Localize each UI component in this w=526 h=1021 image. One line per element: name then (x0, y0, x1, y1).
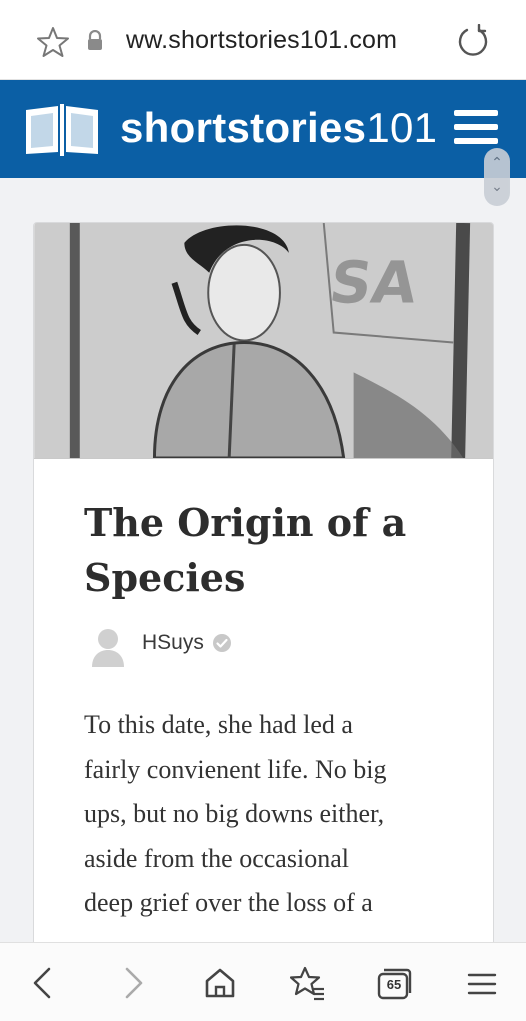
back-icon[interactable] (26, 965, 62, 1001)
author-name[interactable]: HSuys (142, 631, 204, 655)
menu-bar (454, 110, 498, 116)
chevron-down-icon[interactable]: ⌄ (484, 178, 510, 195)
svg-text:SA: SA (326, 249, 422, 317)
menu-bar (454, 124, 498, 130)
verified-check-icon (213, 634, 231, 652)
site-header: shortstories101 (0, 80, 526, 178)
url-text[interactable]: ww.shortstories101.com (126, 26, 397, 55)
scroll-handle[interactable]: ⌃ ⌄ (484, 148, 510, 206)
story-line: ups, but no big downs either, (84, 799, 385, 828)
site-logo-text[interactable]: shortstories101 (120, 104, 437, 152)
story-excerpt: To this date, she had led a fairly convi… (84, 703, 454, 926)
forward-icon[interactable] (114, 965, 150, 1001)
avatar-icon[interactable] (90, 627, 126, 667)
story-title[interactable]: The Origin of a Species (84, 495, 464, 605)
address-bar: ww.shortstories101.com (0, 0, 526, 80)
brand-name: shortstories (120, 104, 367, 151)
book-logo-icon[interactable] (22, 102, 102, 158)
story-line: To this date, she had led a (84, 710, 353, 739)
menu-icon[interactable] (464, 965, 500, 1001)
tabs-count[interactable]: 65 (379, 974, 409, 998)
bookmarks-icon[interactable] (290, 965, 326, 1001)
lock-icon (88, 30, 102, 50)
menu-bar (454, 138, 498, 144)
story-line: deep grief over the loss of a (84, 888, 373, 917)
story-card[interactable]: SA The Origin of a Species HSuys To this… (33, 222, 494, 982)
brand-number: 101 (366, 104, 438, 151)
browser-toolbar: 65 (0, 942, 526, 1021)
browser-page: ww.shortstories101.com shortstories101 ⌃… (0, 0, 526, 1021)
home-icon[interactable] (202, 965, 238, 1001)
story-line: aside from the occasional (84, 843, 349, 873)
story-line: fairly convienent life. No big (84, 754, 387, 784)
site-menu-button[interactable] (454, 110, 498, 150)
story-illustration[interactable]: SA (34, 223, 494, 459)
reload-icon[interactable] (456, 24, 490, 58)
chevron-up-icon[interactable]: ⌃ (484, 154, 510, 171)
bookmark-star-icon[interactable] (36, 25, 70, 59)
